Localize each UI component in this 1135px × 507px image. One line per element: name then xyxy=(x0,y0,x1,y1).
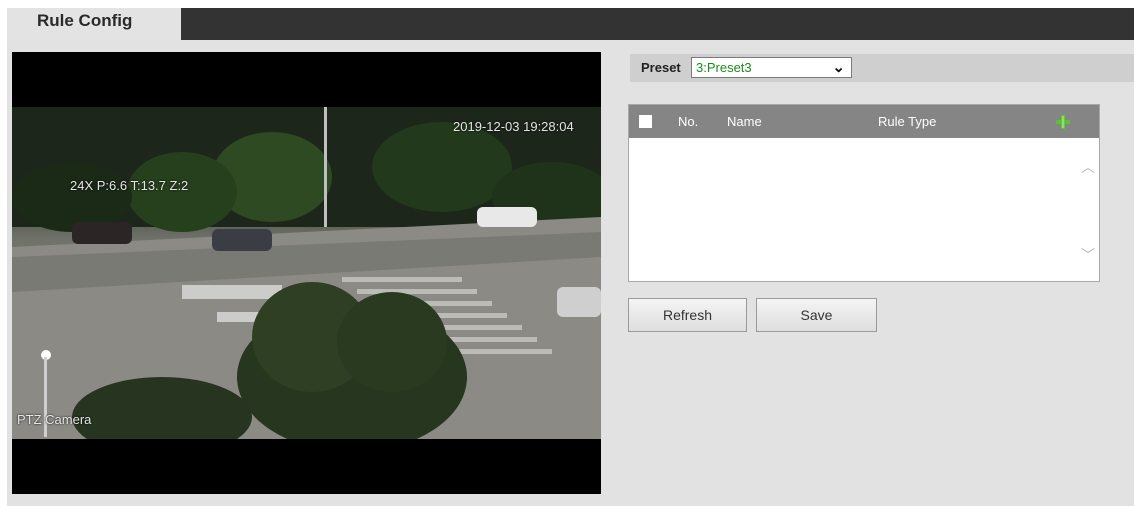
column-header-no: No. xyxy=(678,114,699,129)
plus-icon[interactable] xyxy=(1054,113,1072,131)
refresh-button[interactable]: Refresh xyxy=(628,298,747,332)
column-header-name: Name xyxy=(727,114,762,129)
chevron-up-icon[interactable]: ︿ xyxy=(1081,157,1095,177)
live-video[interactable]: 2019-12-03 19:28:04 24X P:6.6 T:13.7 Z:2… xyxy=(12,52,601,494)
preset-select[interactable]: 3:Preset3 ⌄ xyxy=(691,57,852,78)
rules-table-header: No. Name Rule Type xyxy=(629,105,1099,138)
tab-rule-config-label: Rule Config xyxy=(37,11,133,30)
preset-selected-value: 3:Preset3 xyxy=(696,60,752,75)
preset-row: Preset 3:Preset3 ⌄ xyxy=(630,54,1134,82)
save-button[interactable]: Save xyxy=(756,298,877,332)
ptz-info: 24X P:6.6 T:13.7 Z:2 xyxy=(70,178,189,193)
scene-graphic xyxy=(12,107,601,439)
tab-rule-config[interactable]: Rule Config xyxy=(7,8,181,40)
tab-bar: Rule Config xyxy=(7,8,1134,40)
preset-label: Preset xyxy=(641,60,681,75)
camera-name: PTZ Camera xyxy=(17,412,92,427)
camera-scene: 2019-12-03 19:28:04 24X P:6.6 T:13.7 Z:2… xyxy=(12,107,601,439)
rule-config-panel: 2019-12-03 19:28:04 24X P:6.6 T:13.7 Z:2… xyxy=(7,40,1134,506)
tab-bar-fill xyxy=(181,8,1134,40)
column-header-rule-type: Rule Type xyxy=(878,114,937,129)
rules-table: No. Name Rule Type ︿ ﹀ xyxy=(628,104,1100,282)
chevron-down-icon[interactable]: ﹀ xyxy=(1081,245,1095,265)
chevron-down-icon: ⌄ xyxy=(832,59,845,76)
video-timestamp: 2019-12-03 19:28:04 xyxy=(453,119,574,134)
select-all-checkbox[interactable] xyxy=(639,115,652,128)
